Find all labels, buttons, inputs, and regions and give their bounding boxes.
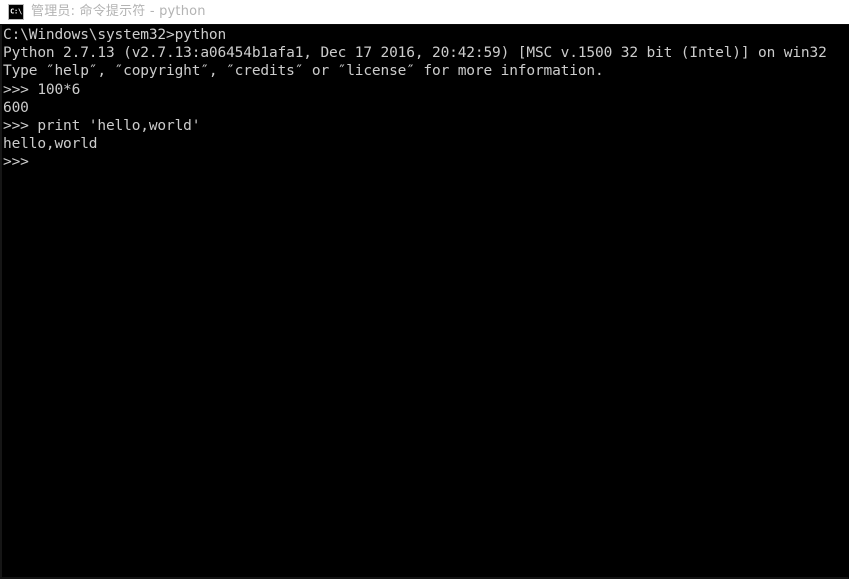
console-line: >>> — [3, 154, 29, 171]
console-line: hello,world — [3, 136, 98, 153]
console-line: C:\Windows\system32>python — [3, 27, 227, 43]
console-output-area[interactable]: C:\Windows\system32>python Python 2.7.13 … — [0, 25, 849, 579]
cmd-console-icon-glyph: C:\ — [10, 7, 22, 16]
window-title: 管理员: 命令提示符 - python — [31, 4, 206, 19]
cmd-console-icon: C:\ — [8, 4, 24, 20]
console-line: Type ″help″, ″copyright″, ″credits″ or ″… — [3, 63, 604, 80]
console-text-buffer: C:\Windows\system32>python Python 2.7.13 … — [2, 26, 848, 577]
console-line: Python 2.7.13 (v2.7.13:a06454b1afa1, Dec… — [3, 45, 827, 62]
console-line: 600 — [3, 99, 29, 116]
console-line: >>> 100*6 — [3, 81, 81, 98]
command-prompt-window: C:\ 管理员: 命令提示符 - python C:\Windows\syste… — [0, 0, 849, 579]
console-line: >>> print 'hello,world' — [3, 117, 201, 134]
window-titlebar[interactable]: C:\ 管理员: 命令提示符 - python — [0, 0, 849, 25]
